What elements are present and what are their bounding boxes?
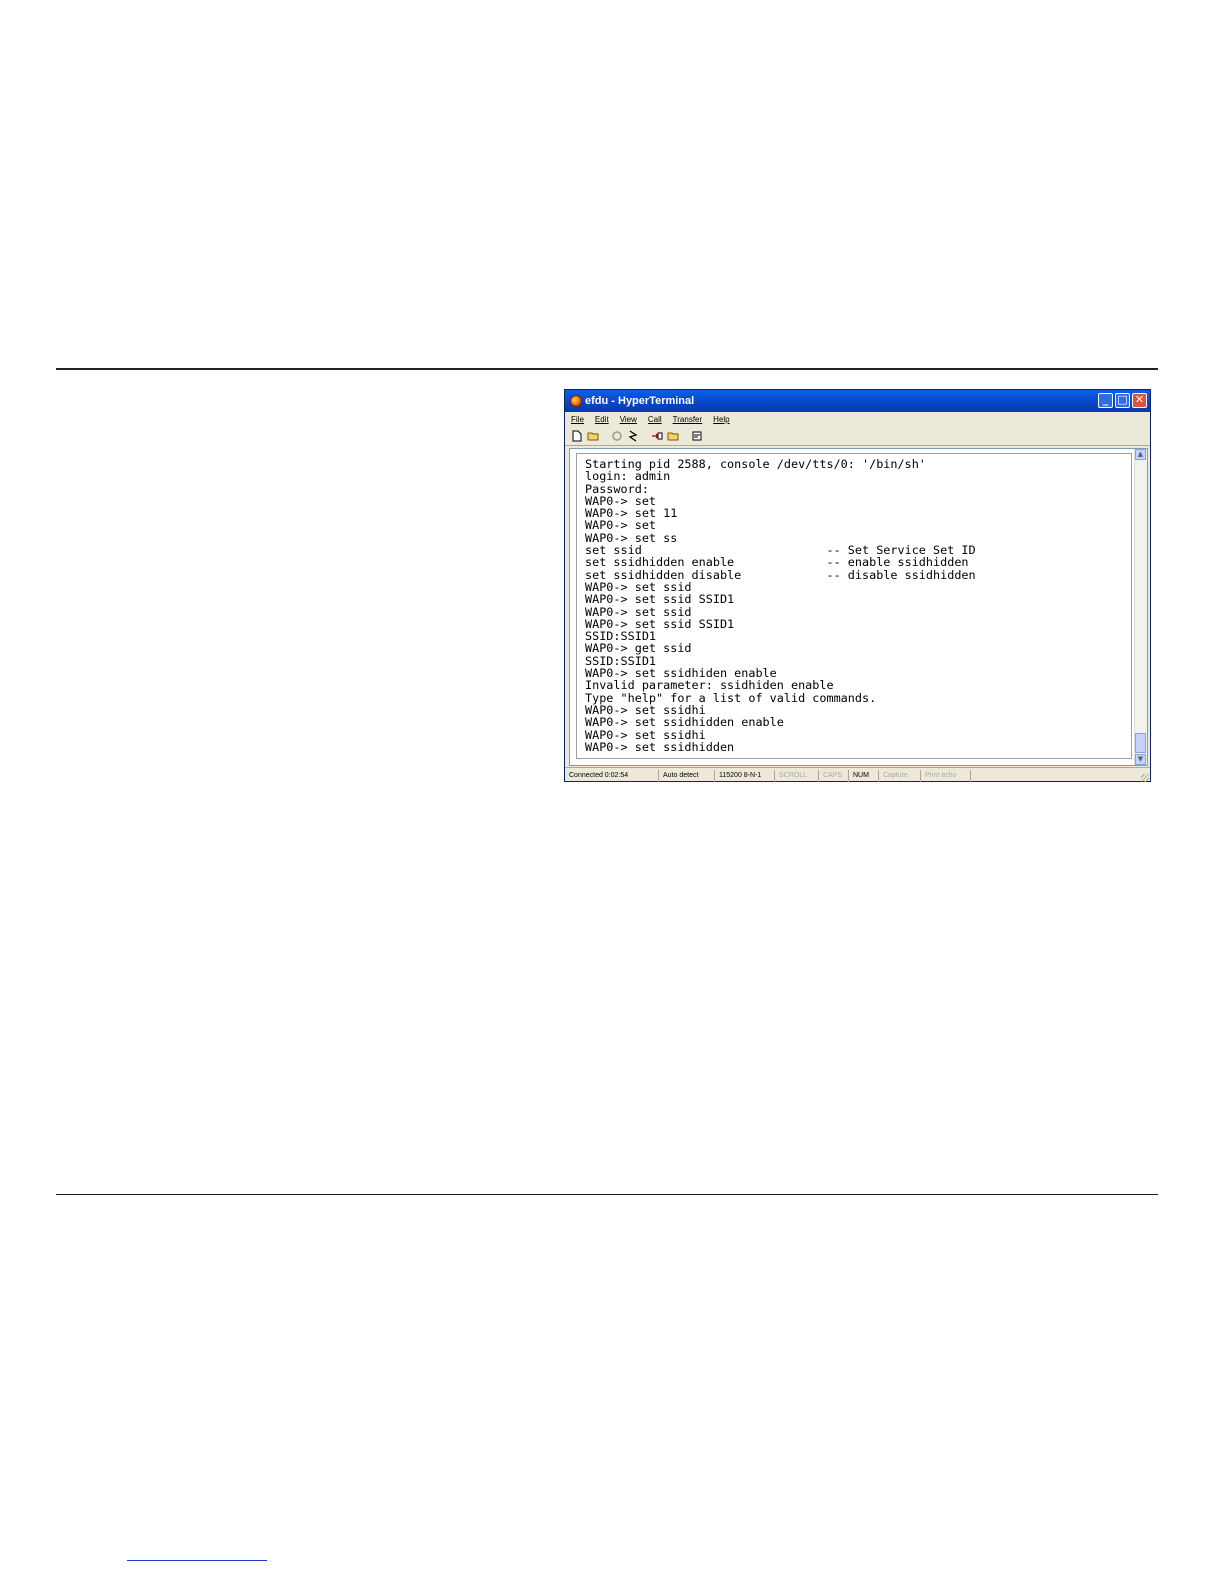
- resize-grip-icon[interactable]: [1141, 774, 1149, 782]
- hyperterminal-app-icon[interactable]: [570, 395, 582, 407]
- status-detect: Auto detect: [659, 769, 715, 782]
- status-capture: Capture: [879, 769, 921, 782]
- terminal-area[interactable]: Starting pid 2588, console /dev/tts/0: '…: [569, 448, 1148, 766]
- scroll-down-icon[interactable]: ▼: [1135, 754, 1146, 765]
- menu-call[interactable]: Call: [642, 415, 667, 424]
- send-icon[interactable]: [650, 429, 664, 443]
- scroll-up-icon[interactable]: ▲: [1135, 449, 1146, 460]
- status-baud: 115200 8-N-1: [715, 769, 775, 782]
- status-connected: Connected 0:02:54: [565, 769, 659, 782]
- hyperterminal-window: efdu - HyperTerminal _ □ ✕ File Edit Vie…: [564, 389, 1151, 782]
- menu-edit[interactable]: Edit: [589, 415, 614, 424]
- minimize-button[interactable]: _: [1098, 393, 1113, 408]
- menu-transfer[interactable]: Transfer: [667, 415, 708, 424]
- terminal-screen[interactable]: Starting pid 2588, console /dev/tts/0: '…: [576, 453, 1132, 759]
- bottom-rule: [56, 1194, 1158, 1195]
- menu-file[interactable]: File: [565, 415, 589, 424]
- new-icon[interactable]: [570, 429, 584, 443]
- status-num: NUM: [849, 769, 879, 782]
- menu-view[interactable]: View: [614, 415, 642, 424]
- close-button[interactable]: ✕: [1132, 393, 1147, 408]
- open-icon[interactable]: [586, 429, 600, 443]
- status-caps: CAPS: [819, 769, 849, 782]
- status-scroll: SCROLL: [775, 769, 819, 782]
- vertical-scrollbar[interactable]: ▲ ▼: [1134, 449, 1147, 765]
- maximize-button[interactable]: □: [1115, 393, 1130, 408]
- status-print-echo: Print echo: [921, 769, 971, 782]
- window-title: efdu - HyperTerminal: [585, 395, 695, 407]
- menu-help[interactable]: Help: [707, 415, 734, 424]
- toolbar: [565, 426, 1150, 446]
- status-bar: Connected 0:02:54 Auto detect 115200 8-N…: [565, 767, 1150, 783]
- connect-icon[interactable]: [626, 429, 640, 443]
- properties-icon[interactable]: [690, 429, 704, 443]
- disconnect-icon[interactable]: [610, 429, 624, 443]
- terminal-line: WAP0-> set ssidhidden: [585, 739, 735, 754]
- scroll-thumb[interactable]: [1135, 733, 1146, 753]
- menu-bar: File Edit View Call Transfer Help: [565, 412, 1150, 426]
- receive-icon[interactable]: [666, 429, 680, 443]
- footer-link-underline[interactable]: [127, 1560, 267, 1561]
- top-rule: [56, 368, 1158, 370]
- terminal-output: Starting pid 2588, console /dev/tts/0: '…: [577, 454, 1131, 753]
- caption-buttons: _ □ ✕: [1098, 393, 1147, 408]
- title-bar[interactable]: efdu - HyperTerminal _ □ ✕: [565, 390, 1150, 412]
